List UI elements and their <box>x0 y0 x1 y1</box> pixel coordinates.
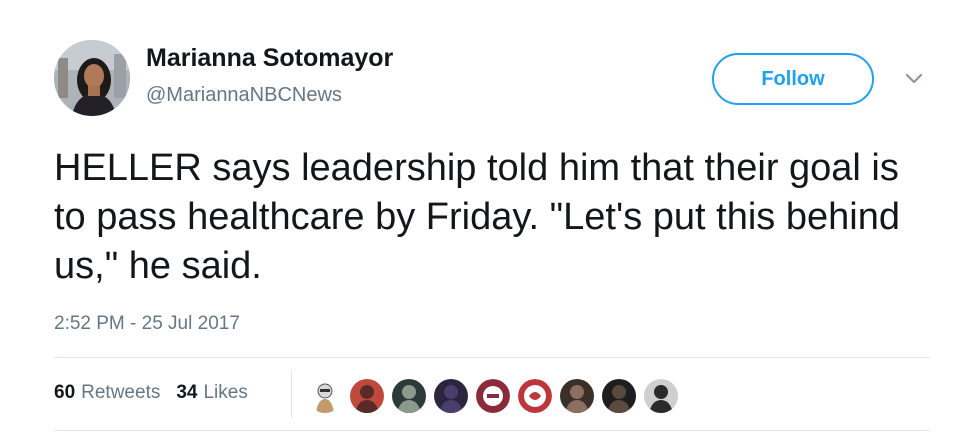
retweets-stat[interactable]: 60 Retweets <box>54 382 160 404</box>
liker-avatar[interactable] <box>558 377 596 415</box>
divider <box>54 430 930 431</box>
follow-button[interactable]: Follow <box>712 53 874 105</box>
likes-stat[interactable]: 34 Likes <box>176 382 248 404</box>
tweet-stats: 60 Retweets 34 Likes <box>54 382 248 404</box>
likes-label: Likes <box>203 382 248 403</box>
liker-avatar[interactable] <box>600 377 638 415</box>
badge-avatar-icon <box>476 379 510 413</box>
logo-avatar-icon <box>518 379 552 413</box>
author-avatar[interactable] <box>54 40 130 116</box>
photo-avatar-icon <box>350 379 384 413</box>
author-name[interactable]: Marianna Sotomayor <box>146 44 393 73</box>
cartoon-avatar-icon <box>308 379 342 413</box>
photo-avatar-icon <box>392 379 426 413</box>
photo-avatar-icon <box>602 379 636 413</box>
stats-separator <box>291 370 292 418</box>
likes-count: 34 <box>176 382 198 403</box>
liker-avatar[interactable] <box>348 377 386 415</box>
divider <box>54 357 930 358</box>
liker-avatar[interactable] <box>306 377 344 415</box>
tweet-card: Marianna Sotomayor @MariannaNBCNews Foll… <box>0 0 980 442</box>
liker-avatar[interactable] <box>516 377 554 415</box>
liker-avatar[interactable] <box>390 377 428 415</box>
author-handle[interactable]: @MariannaNBCNews <box>146 84 342 107</box>
tweet-timestamp[interactable]: 2:52 PM - 25 Jul 2017 <box>54 313 240 335</box>
retweets-count: 60 <box>54 382 76 403</box>
chevron-down-icon[interactable] <box>902 66 926 90</box>
retweets-label: Retweets <box>81 382 161 403</box>
photo-avatar-icon <box>560 379 594 413</box>
liker-avatar[interactable] <box>642 377 680 415</box>
liker-avatar[interactable] <box>432 377 470 415</box>
liker-avatar[interactable] <box>474 377 512 415</box>
avatar-photo-icon <box>54 40 130 116</box>
photo-avatar-icon <box>644 379 678 413</box>
photo-avatar-icon <box>434 379 468 413</box>
tweet-text: HELLER says leadership told him that the… <box>54 147 900 287</box>
